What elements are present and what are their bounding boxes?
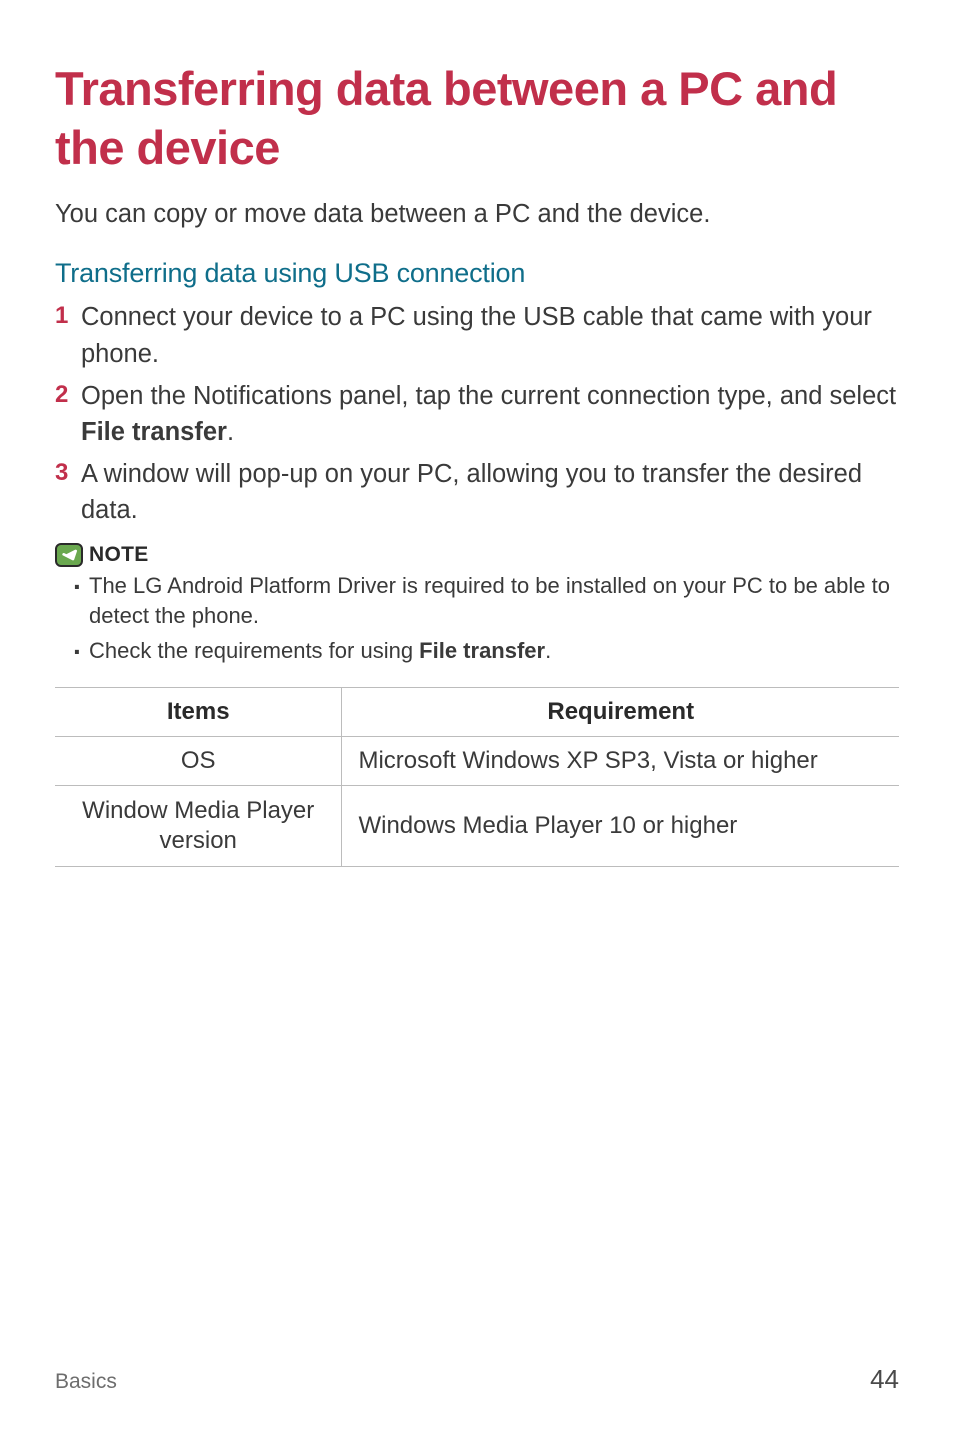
note-item: The LG Android Platform Driver is requir… (89, 571, 899, 633)
steps-list: 1 Connect your device to a PC using the … (55, 299, 899, 528)
table-cell-item: Window Media Player version (55, 786, 342, 867)
step-text-after: . (227, 418, 234, 446)
note-text-bold: File transfer (419, 638, 545, 663)
step-text: Connect your device to a PC using the US… (81, 299, 899, 371)
step-text-before: Connect your device to a PC using the US… (81, 303, 872, 367)
step-number: 3 (55, 456, 81, 490)
step-text: A window will pop-up on your PC, allowin… (81, 456, 899, 528)
table-header-items: Items (55, 688, 342, 737)
table-row: OS Microsoft Windows XP SP3, Vista or hi… (55, 737, 899, 786)
table-cell-requirement: Microsoft Windows XP SP3, Vista or highe… (342, 737, 899, 786)
table-header-requirement: Requirement (342, 688, 899, 737)
note-block: NOTE The LG Android Platform Driver is r… (55, 543, 899, 667)
footer-section: Basics (55, 1370, 117, 1394)
note-icon (55, 543, 83, 567)
step-text-before: A window will pop-up on your PC, allowin… (81, 460, 862, 524)
step-item: 2 Open the Notifications panel, tap the … (55, 378, 899, 450)
table-cell-requirement: Windows Media Player 10 or higher (342, 786, 899, 867)
table-cell-item: OS (55, 737, 342, 786)
note-item: Check the requirements for using File tr… (89, 636, 899, 667)
footer-page-number: 44 (870, 1364, 899, 1395)
page-footer: Basics 44 (55, 1364, 899, 1395)
step-item: 1 Connect your device to a PC using the … (55, 299, 899, 371)
note-header: NOTE (55, 543, 899, 567)
note-list: The LG Android Platform Driver is requir… (55, 571, 899, 667)
note-text-before: Check the requirements for using (89, 638, 419, 663)
note-text-after: . (545, 638, 551, 663)
step-text: Open the Notifications panel, tap the cu… (81, 378, 899, 450)
step-item: 3 A window will pop-up on your PC, allow… (55, 456, 899, 528)
step-number: 2 (55, 378, 81, 412)
note-text-before: The LG Android Platform Driver is requir… (89, 573, 890, 629)
section-heading: Transferring data using USB connection (55, 258, 899, 289)
step-text-bold: File transfer (81, 418, 227, 446)
intro-paragraph: You can copy or move data between a PC a… (55, 196, 899, 233)
page-title: Transferring data between a PC and the d… (55, 60, 899, 178)
requirements-table: Items Requirement OS Microsoft Windows X… (55, 687, 899, 867)
table-row: Window Media Player version Windows Medi… (55, 786, 899, 867)
step-text-before: Open the Notifications panel, tap the cu… (81, 382, 896, 410)
document-page: Transferring data between a PC and the d… (0, 0, 954, 1431)
note-label: NOTE (89, 543, 149, 567)
table-header-row: Items Requirement (55, 688, 899, 737)
step-number: 1 (55, 299, 81, 333)
